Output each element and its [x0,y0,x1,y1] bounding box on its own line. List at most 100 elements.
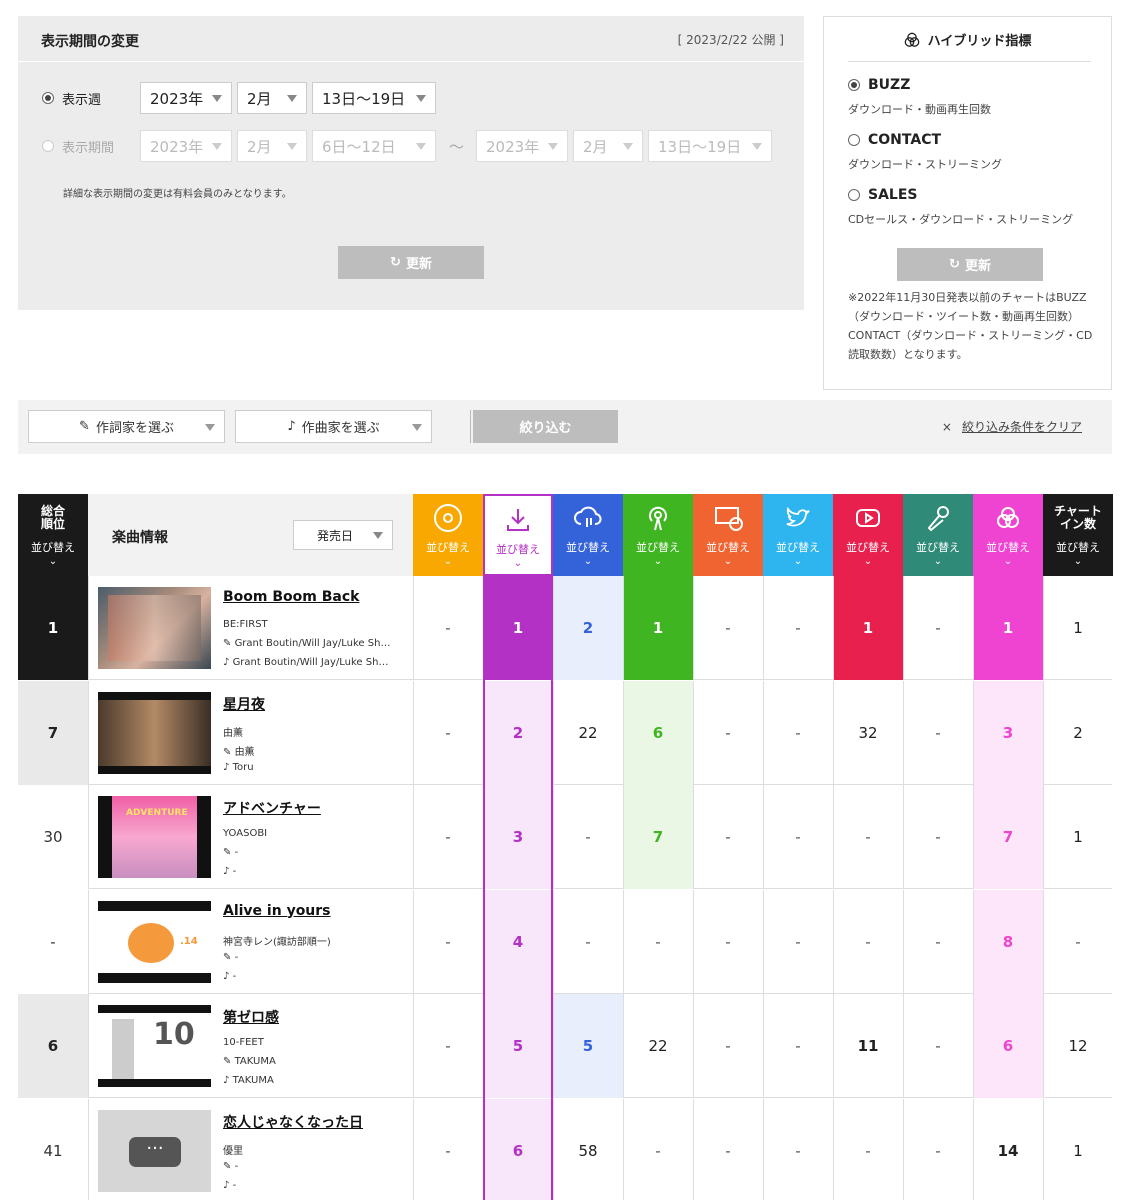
sort-label: 並び替え [636,541,680,554]
clear-filter-link[interactable]: × 絞り込み条件をクリア [942,418,1082,435]
sort-label: 並び替え [426,541,470,554]
publish-date: [ 2023/2/22 公開 ] [677,33,784,47]
value-cell-youtube: 11 [857,1037,879,1055]
value-cell-youtube: - [865,932,871,951]
rank-cell: - [18,889,88,994]
chevron-down-icon: ⌄ [583,556,593,567]
value-cell-radio: - [655,1141,661,1160]
value-cell-cd: - [445,932,451,951]
hybrid-title: ハイブリッド指標 [824,30,1111,49]
song-thumbnail[interactable] [98,587,211,669]
chevron-down-icon: ⌄ [723,556,733,567]
song-thumbnail[interactable]: ADVENTURE [98,796,211,878]
week-days-select[interactable]: 13日〜19日 [312,82,436,114]
divider [973,680,974,785]
range-from-year-select[interactable]: 2023年 [140,130,232,162]
range-to-days-select[interactable]: 13日〜19日 [648,130,773,162]
week-radio[interactable] [42,92,54,104]
header-youtube[interactable]: 並び替え ⌄ [833,494,903,576]
pencil-icon: ✎ [223,1160,235,1172]
song-title-link[interactable]: 第ゼロ感 [223,1007,408,1027]
header-tv[interactable]: 並び替え ⌄ [693,494,763,576]
chevron-down-icon: ⌄ [653,556,663,567]
header-twitter[interactable]: 並び替え ⌄ [763,494,833,576]
range-row: 表示期間 2023年 2月 6日〜12日 〜 2023年 2月 13日〜19日 [42,130,777,162]
hybrid-update-button[interactable]: ↻ 更新 [897,248,1043,281]
value-cell-download: 5 [483,994,553,1098]
week-row: 表示週 2023年 2月 13日〜19日 [42,82,441,114]
song-title-link[interactable]: アドベンチャー [223,798,408,818]
value-cell-youtube: 1 [833,576,903,680]
divider [623,994,624,1098]
hybrid-option-contact[interactable]: CONTACT [848,132,941,148]
tv-icon [693,502,763,534]
range-to-month-select[interactable]: 2月 [573,130,644,162]
pencil-icon: ✎ [79,419,90,434]
week-month-select[interactable]: 2月 [237,82,307,114]
song-title-link[interactable]: Boom Boom Back [223,589,408,605]
week-year-select[interactable]: 2023年 [140,82,232,114]
lyricist-select[interactable]: ✎ 作詞家を選ぶ [28,410,225,443]
song-thumbnail[interactable]: .14 [98,900,211,983]
header-rank[interactable]: 総合 順位 並び替え ⌄ [18,494,88,576]
lyricist-line: ✎ - [223,847,239,858]
divider [973,576,974,680]
period-update-button[interactable]: ↻ 更新 [338,246,484,279]
divider [973,785,974,889]
divider [470,410,471,443]
divider [413,889,414,994]
range-from-days-select[interactable]: 6日〜12日 [312,130,436,162]
hybrid-option-buzz[interactable]: BUZZ [848,77,910,93]
song-title-link[interactable]: 恋人じゃなくなった日 [223,1112,408,1132]
apply-filter-button[interactable]: 絞り込む [473,410,618,443]
song-thumbnail[interactable]: 10 [98,1005,211,1087]
header-streaming[interactable]: 並び替え ⌄ [553,494,623,576]
artist-name: YOASOBI [223,828,268,839]
header-cd[interactable]: 並び替え ⌄ [413,494,483,576]
value-cell-streaming: 22 [578,723,598,742]
release-date-select[interactable]: 発売日 [293,520,393,550]
divider [483,785,484,889]
hybrid-option-sales[interactable]: SALES [848,187,918,203]
divider [833,994,834,1098]
song-thumbnail[interactable]: ··· [98,1109,211,1192]
divider [903,785,904,889]
value-cell-tv: - [725,1037,731,1055]
music-note-icon: ♪ [223,761,233,773]
value-cell-chartin: - [1075,932,1081,951]
divider [833,1098,834,1200]
value-cell-hybrid: 7 [973,785,1043,889]
song-thumbnail[interactable] [98,691,211,774]
composer-line: ♪ - [223,1179,237,1191]
divider [88,1098,89,1200]
lyricist-line: ✎ Grant Boutin/Will Jay/Luke Sh… [223,638,391,649]
header-download[interactable]: 並び替え ⌄ [483,494,553,576]
value-cell-youtube: - [865,1141,871,1160]
range-from-month-select[interactable]: 2月 [237,130,307,162]
value-cell-karaoke: - [935,828,941,846]
song-title-link[interactable]: Alive in yours [223,903,408,919]
pencil-icon: ✎ [223,746,235,758]
value-cell-radio: - [655,932,661,951]
divider [483,994,484,1098]
chevron-down-icon: ⌄ [1003,556,1013,567]
header-hybrid[interactable]: 並び替え ⌄ [973,494,1043,576]
rank-cell: 1 [18,576,88,680]
range-to-year-select[interactable]: 2023年 [476,130,569,162]
header-karaoke[interactable]: 並び替え ⌄ [903,494,973,576]
divider [623,680,624,785]
divider [973,889,974,994]
divider [763,994,764,1098]
header-chartin[interactable]: チャート イン数 並び替え ⌄ [1043,494,1113,576]
song-title-link[interactable]: 星月夜 [223,694,408,714]
header-radio[interactable]: 並び替え ⌄ [623,494,693,576]
composer-select[interactable]: ♪ 作曲家を選ぶ [235,410,432,443]
value-cell-tv: - [725,932,731,951]
divider [1043,1098,1044,1200]
range-radio[interactable] [42,140,54,152]
value-cell-hybrid: 14 [997,1141,1019,1160]
value-cell-streaming: 58 [578,1141,598,1160]
value-cell-cd: - [445,619,451,637]
value-cell-chartin: 1 [1073,619,1083,637]
lyricist-line: ✎ - [223,951,239,963]
